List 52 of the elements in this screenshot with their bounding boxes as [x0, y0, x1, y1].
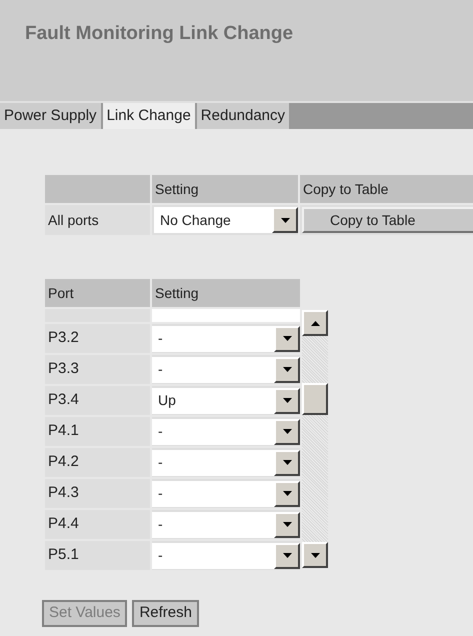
dropdown-arrow-button[interactable] — [274, 418, 300, 444]
setting-dropdown[interactable]: - — [152, 326, 300, 352]
down-arrow-icon — [282, 398, 292, 403]
dropdown-arrow-button[interactable] — [274, 388, 300, 414]
scroll-down-button[interactable] — [302, 542, 328, 568]
up-arrow-icon — [310, 320, 320, 326]
setting-dropdown[interactable]: - — [152, 480, 300, 506]
scroll-up-button[interactable] — [302, 310, 328, 336]
page-title: Fault Monitoring Link Change — [25, 22, 294, 46]
row-label: All ports — [45, 205, 150, 235]
column-header: Setting — [152, 279, 300, 307]
down-arrow-icon — [280, 218, 290, 222]
port-cell: P4.2 — [45, 448, 150, 477]
setting-dropdown[interactable]: - — [152, 542, 300, 568]
down-arrow-icon — [282, 522, 292, 527]
action-button[interactable]: Refresh — [132, 600, 199, 627]
down-arrow-icon — [282, 429, 292, 434]
setting-dropdown[interactable]: No Change — [154, 207, 298, 233]
tab[interactable]: Redundancy — [196, 103, 290, 129]
copy-to-table-button[interactable]: Copy to Table — [302, 207, 473, 233]
column-header: Copy to Table — [300, 175, 473, 203]
down-arrow-icon — [282, 336, 292, 341]
dropdown-arrow-button[interactable] — [274, 542, 300, 568]
scroll-thumb[interactable] — [302, 383, 328, 415]
scrollbar[interactable] — [302, 310, 328, 568]
setting-dropdown[interactable]: - — [152, 418, 300, 444]
column-header: Port — [45, 279, 150, 307]
dropdown-arrow-button[interactable] — [274, 450, 300, 476]
port-cell: P3.3 — [45, 355, 150, 384]
setting-dropdown[interactable]: - — [152, 512, 300, 538]
tab[interactable]: Power Supply — [0, 103, 101, 129]
down-arrow-icon — [282, 491, 292, 496]
down-arrow-icon — [282, 553, 292, 558]
tab[interactable]: Link Change — [102, 103, 195, 129]
down-arrow-icon — [310, 552, 320, 558]
setting-dropdown[interactable]: Up — [152, 388, 300, 414]
dropdown-arrow-button[interactable] — [274, 512, 300, 538]
port-cell: P5.1 — [45, 541, 150, 570]
port-cell: P3.4 — [45, 386, 150, 415]
port-cell: P3.2 — [45, 324, 150, 353]
dropdown-arrow-button[interactable] — [274, 356, 300, 382]
down-arrow-icon — [282, 367, 292, 372]
port-cell: P4.1 — [45, 417, 150, 446]
down-arrow-icon — [282, 460, 292, 465]
port-cell: P4.3 — [45, 479, 150, 508]
column-header: Setting — [152, 175, 298, 203]
setting-dropdown[interactable]: - — [152, 356, 300, 382]
dropdown-arrow-button[interactable] — [272, 207, 298, 233]
dropdown-arrow-button[interactable] — [274, 480, 300, 506]
dropdown-arrow-button[interactable] — [274, 326, 300, 352]
setting-dropdown[interactable]: - — [152, 450, 300, 476]
port-cell: P4.4 — [45, 510, 150, 539]
